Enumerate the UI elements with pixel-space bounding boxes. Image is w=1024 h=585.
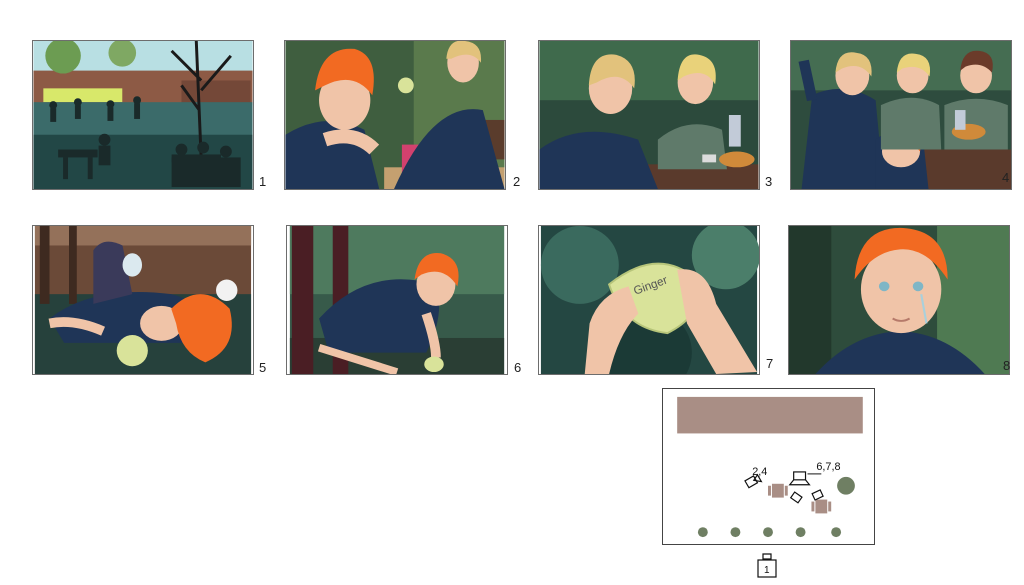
panel-number-6: 6 (514, 360, 522, 375)
camera-label-2-4: 2,4 (752, 466, 767, 478)
panel-5-illustration (34, 226, 252, 374)
camera-1-icon: 1 (757, 553, 777, 578)
table-left (768, 483, 788, 498)
panel-number-8: 8 (1003, 358, 1011, 373)
panel-4-illustration (791, 41, 1011, 189)
camera-label-6-7-8: 6,7,8 (816, 461, 840, 473)
panel-6-illustration (289, 226, 505, 374)
panel-3-illustration (539, 41, 759, 189)
storyboard-panel-5 (32, 225, 254, 375)
storyboard-panel-3 (538, 40, 760, 190)
storyboard-panel-8 (788, 225, 1010, 375)
panel-number-2: 2 (513, 174, 521, 189)
panel-7-illustration: Ginger (540, 226, 759, 374)
panel-number-5: 5 (259, 360, 267, 375)
panel-number-4: 4 (1002, 170, 1010, 185)
floor-plan: 2,4 6,7,8 (662, 388, 875, 545)
tree-large (837, 476, 855, 495)
building-block (677, 396, 863, 434)
panel-number-3: 3 (765, 174, 773, 189)
storyboard-panel-7: Ginger (538, 225, 760, 375)
panel-1-illustration (33, 41, 253, 189)
storyboard-panel-6 (286, 225, 508, 375)
panel-2-illustration (285, 41, 505, 189)
panel-number-7: 7 (766, 356, 774, 371)
camera-1-label: 1 (764, 565, 770, 576)
storyboard-panel-1 (32, 40, 254, 190)
panel-8-illustration (789, 226, 1009, 374)
table-right (811, 499, 832, 514)
storyboard-panel-2 (284, 40, 506, 190)
floor-plan-diagram: 2,4 6,7,8 (677, 396, 863, 538)
panel-number-1: 1 (259, 174, 267, 189)
camera-1-marker: 1 (755, 553, 779, 579)
storyboard-panel-4 (790, 40, 1012, 190)
